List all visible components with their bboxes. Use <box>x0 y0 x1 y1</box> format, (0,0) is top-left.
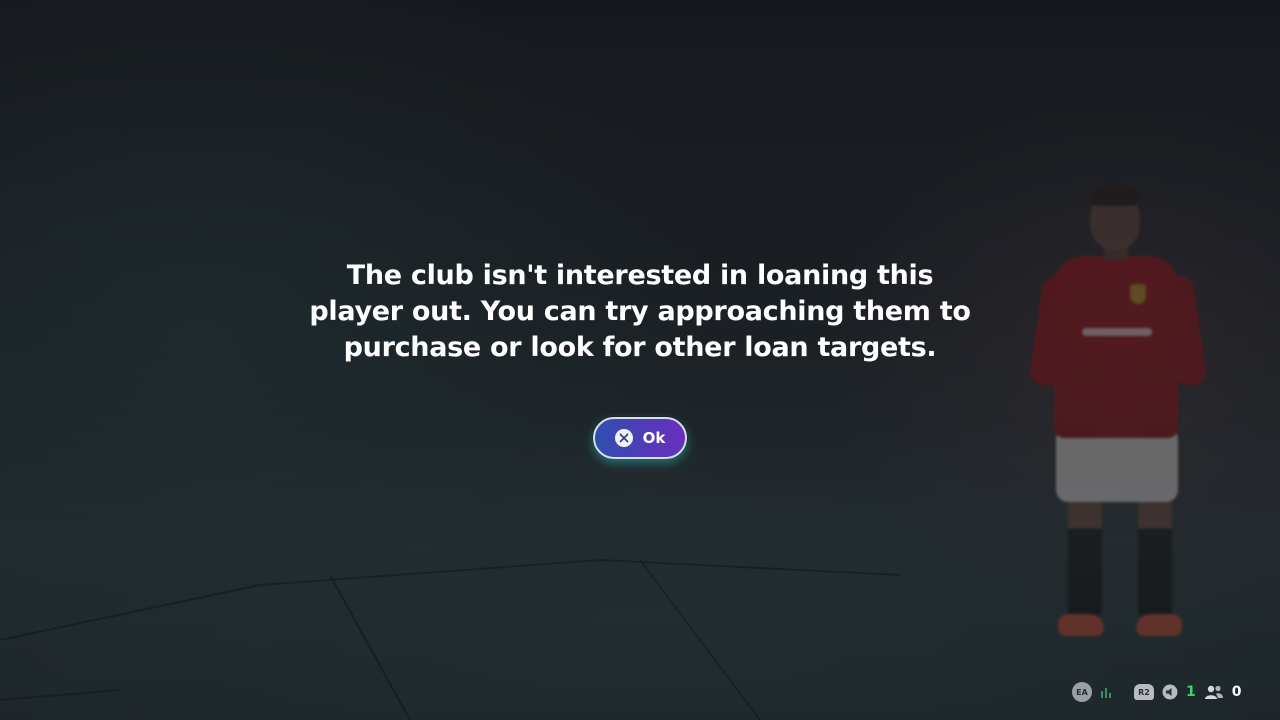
dialog-message: The club isn't interested in loaning thi… <box>309 260 971 363</box>
r2-trigger-icon: R2 <box>1134 684 1154 700</box>
ea-logo-icon: EA <box>1072 682 1092 702</box>
active-count: 1 <box>1186 684 1196 700</box>
signal-bars-icon <box>1100 685 1114 699</box>
ok-button-label: Ok <box>642 429 666 447</box>
friends-icon <box>1204 684 1224 700</box>
friends-count: 0 <box>1231 684 1242 700</box>
speaker-icon <box>1162 684 1178 700</box>
ok-button[interactable]: Ok <box>593 417 687 459</box>
loan-rejection-dialog: The club isn't interested in loaning thi… <box>290 258 990 459</box>
system-tray: EA R2 1 0 <box>1072 680 1242 704</box>
cross-button-icon <box>614 429 633 447</box>
